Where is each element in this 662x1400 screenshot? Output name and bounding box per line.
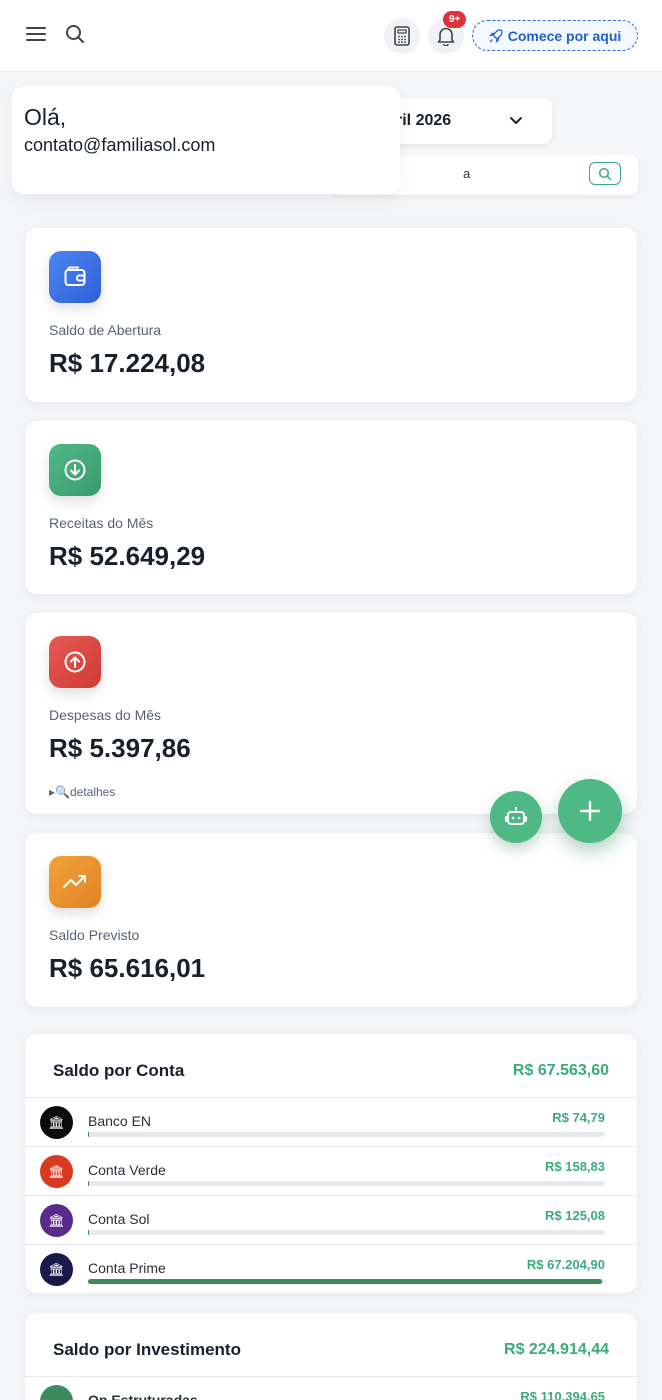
account-share-bar bbox=[88, 1230, 605, 1235]
opening-balance-card: Saldo de Abertura R$ 17.224,08 bbox=[25, 228, 637, 402]
search-input[interactable]: a bbox=[463, 166, 470, 181]
account-amount: R$ 67.204,90 bbox=[526, 1257, 605, 1272]
card-value: R$ 5.397,86 bbox=[49, 733, 191, 763]
account-row[interactable]: 🏛 Banco EN R$ 74,79 bbox=[25, 1097, 637, 1146]
bank-icon: 🏛 bbox=[40, 1204, 73, 1237]
details-label: detalhes bbox=[69, 785, 116, 799]
account-share-bar bbox=[88, 1132, 605, 1137]
account-row[interactable]: 🏛 Conta Verde R$ 158,83 bbox=[25, 1146, 637, 1195]
plus-icon bbox=[579, 800, 601, 822]
investment-icon bbox=[40, 1385, 73, 1400]
month-selector-label: ril 2026 bbox=[396, 112, 452, 129]
details-toggle[interactable]: ▸🔍detalhes bbox=[49, 785, 115, 799]
card-value: R$ 52.649,29 bbox=[49, 541, 206, 571]
notification-badge: 9+ bbox=[443, 11, 467, 28]
start-here-button[interactable]: Comece por aqui bbox=[472, 20, 638, 51]
bank-icon: 🏛 bbox=[40, 1155, 73, 1188]
card-value: R$ 17.224,08 bbox=[49, 348, 206, 378]
accounts-balance-panel: Saldo por Conta R$ 67.563,60 🏛 Banco EN … bbox=[25, 1034, 637, 1293]
panel-title: Saldo por Conta bbox=[53, 1061, 185, 1080]
account-name: Conta Prime bbox=[88, 1260, 166, 1276]
robot-icon bbox=[505, 807, 527, 825]
account-share-fill bbox=[88, 1230, 90, 1235]
account-share-bar bbox=[88, 1181, 605, 1186]
menu-icon[interactable] bbox=[22, 20, 50, 48]
add-button[interactable] bbox=[558, 779, 622, 843]
monthly-expenses-card: Despesas do Mês R$ 5.397,86 ▸🔍detalhes bbox=[25, 613, 637, 814]
account-amount: R$ 125,08 bbox=[545, 1208, 605, 1223]
account-row[interactable]: 🏛 Conta Prime R$ 67.204,90 bbox=[25, 1244, 637, 1293]
account-share-fill bbox=[88, 1132, 89, 1137]
investments-balance-panel: Saldo por Investimento R$ 224.914,44 Op.… bbox=[25, 1313, 637, 1400]
account-share-bar bbox=[88, 1279, 605, 1284]
monthly-income-card: Receitas do Mês R$ 52.649,29 bbox=[25, 421, 637, 594]
panel-total: R$ 224.914,44 bbox=[504, 1341, 609, 1358]
investment-row[interactable]: Op.Estruturadas R$ 110.394,65 bbox=[25, 1376, 637, 1400]
search-button[interactable] bbox=[589, 162, 621, 185]
user-email: contato@familiasol.com bbox=[24, 135, 216, 155]
wallet-icon bbox=[49, 251, 101, 303]
rocket-icon bbox=[488, 28, 503, 43]
arrow-down-circle-icon bbox=[49, 444, 101, 496]
forecast-balance-card: Saldo Previsto R$ 65.616,01 bbox=[25, 833, 637, 1007]
card-label: Saldo Previsto bbox=[49, 927, 140, 943]
bank-icon: 🏛 bbox=[40, 1253, 73, 1286]
trending-up-icon bbox=[49, 856, 101, 908]
chevron-down-icon bbox=[506, 110, 526, 135]
account-name: Conta Sol bbox=[88, 1211, 150, 1227]
card-label: Saldo de Abertura bbox=[49, 322, 162, 338]
panel-total: R$ 67.563,60 bbox=[512, 1062, 609, 1079]
search-icon[interactable] bbox=[62, 20, 88, 48]
assistant-bot-button[interactable] bbox=[490, 791, 542, 843]
investment-name: Op.Estruturadas bbox=[88, 1392, 198, 1400]
account-amount: R$ 158,83 bbox=[545, 1159, 605, 1174]
account-row[interactable]: 🏛 Conta Sol R$ 125,08 bbox=[25, 1195, 637, 1244]
start-here-label: Comece por aqui bbox=[507, 27, 622, 44]
calculator-icon[interactable] bbox=[384, 18, 420, 54]
top-bar: 9+ Comece por aqui bbox=[0, 0, 662, 72]
bank-icon: 🏛 bbox=[40, 1106, 73, 1139]
account-share-fill bbox=[88, 1181, 90, 1186]
search-icon bbox=[598, 167, 612, 180]
card-value: R$ 65.616,01 bbox=[49, 953, 206, 983]
panel-title: Saldo por Investimento bbox=[53, 1340, 241, 1359]
magnifier-icon: 🔍 bbox=[55, 785, 70, 799]
investment-amount: R$ 110.394,65 bbox=[520, 1389, 605, 1400]
card-label: Receitas do Mês bbox=[49, 515, 154, 531]
account-share-fill bbox=[88, 1279, 603, 1284]
account-name: Conta Verde bbox=[88, 1162, 166, 1178]
account-amount: R$ 74,79 bbox=[552, 1110, 605, 1125]
arrow-up-circle-icon bbox=[49, 636, 101, 688]
greeting-popup: Olá, contato@familiasol.com bbox=[12, 86, 400, 194]
account-name: Banco EN bbox=[88, 1113, 152, 1129]
card-label: Despesas do Mês bbox=[49, 707, 162, 723]
greeting-hello: Olá, bbox=[24, 104, 67, 130]
